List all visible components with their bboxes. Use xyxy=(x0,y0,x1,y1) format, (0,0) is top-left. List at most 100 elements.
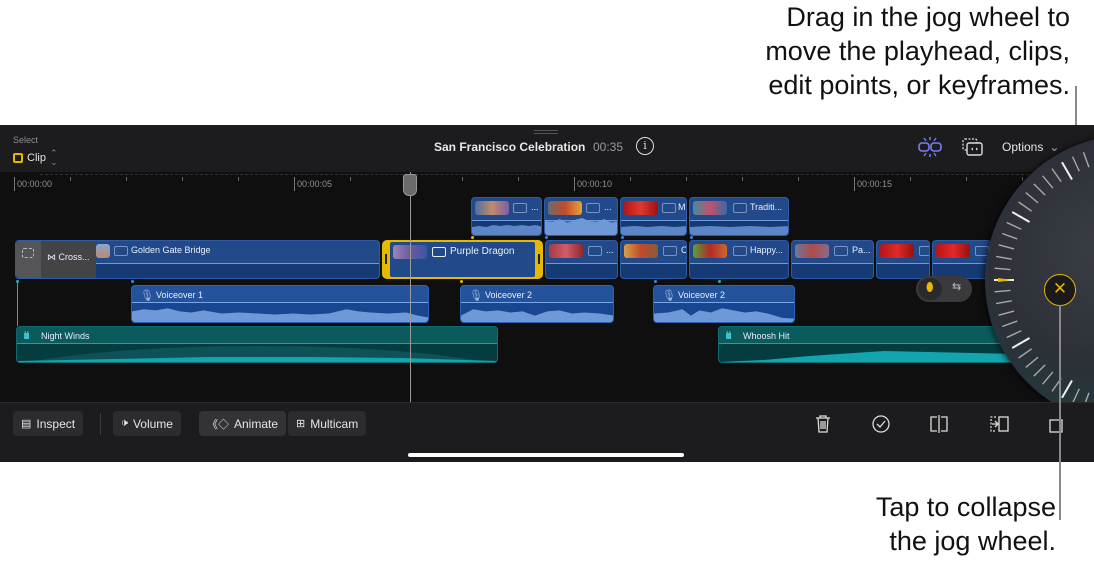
selected-clip-body: Purple Dragon xyxy=(390,242,535,277)
primary-clip-purple-dragon-selected[interactable]: Purple Dragon xyxy=(382,240,543,279)
minor-tick xyxy=(966,177,967,181)
connection-line xyxy=(17,282,18,326)
multicam-grid-icon: ⊞ xyxy=(296,418,306,430)
callout-line: Tap to collapse xyxy=(875,492,1056,522)
primary-clip[interactable] xyxy=(876,240,930,279)
jog-mode-toggle[interactable]: ⬮ ⇆ xyxy=(916,276,972,302)
primary-clip[interactable]: C xyxy=(620,240,687,279)
clip-label: Purple Dragon xyxy=(450,246,515,257)
major-tick xyxy=(574,177,575,191)
voiceover-clip[interactable]: 🎙︎ Voiceover 1 xyxy=(131,285,429,323)
video-camera-icon xyxy=(919,246,929,256)
connected-clip[interactable]: M xyxy=(620,197,687,236)
video-camera-icon xyxy=(663,246,677,256)
voiceover-clip[interactable]: 🎙︎ Voiceover 2 xyxy=(460,285,614,323)
marker-icon: ⬮ xyxy=(926,280,934,294)
clip-label: Golden Gate Bridge xyxy=(131,245,211,255)
home-indicator[interactable] xyxy=(408,453,684,457)
connected-clip[interactable]: ... xyxy=(544,197,618,236)
primary-clip[interactable]: Pa... xyxy=(791,240,874,279)
playhead-line[interactable] xyxy=(410,172,411,402)
jog-tick xyxy=(1071,156,1080,172)
drag-grabber[interactable] xyxy=(534,130,558,134)
clip-audio-area xyxy=(690,220,788,235)
callout-collapse-jog-wheel: Tap to collapse the jog wheel. xyxy=(756,490,1056,558)
split-clip-icon[interactable] xyxy=(928,414,948,434)
clip-label: Night Winds xyxy=(41,331,90,341)
marker-dot xyxy=(460,280,463,283)
ruler-dotted-line xyxy=(40,174,1094,175)
clip-label: ... xyxy=(604,202,612,212)
volume-button[interactable]: 🕩︎ Volume xyxy=(113,411,181,436)
clip-thumbnail xyxy=(795,244,829,258)
minor-tick xyxy=(126,177,127,181)
cross-dissolve-transition[interactable]: ⋈ Cross... xyxy=(16,241,96,278)
callout-line: edit points, or keyframes. xyxy=(768,70,1070,100)
select-label: Select xyxy=(13,135,39,145)
marker-dot xyxy=(545,236,548,239)
audio-lanes-icon[interactable] xyxy=(962,137,984,157)
jog-tick xyxy=(1006,330,1022,339)
clip-audio-area xyxy=(545,218,617,235)
waveform-icon: ılıılı xyxy=(725,330,732,342)
voiceover-clip[interactable]: 🎙︎ Voiceover 2 xyxy=(653,285,795,323)
time-ruler[interactable]: 00:00:00 00:00:05 00:00:10 00:00:15 xyxy=(0,172,1094,196)
minor-tick xyxy=(910,177,911,181)
animate-label: Animate xyxy=(234,416,279,431)
inspect-button[interactable]: ▤ Inspect xyxy=(13,411,84,436)
music-clip-whoosh-hit[interactable]: ılıılı Whoosh Hit xyxy=(718,326,1018,363)
minor-tick xyxy=(462,177,463,181)
callout-line: move the playhead, clips, xyxy=(765,36,1070,66)
primary-clip[interactable] xyxy=(932,240,992,279)
primary-clip[interactable]: Happy... xyxy=(689,240,789,279)
overwrite-clip-icon[interactable] xyxy=(1048,414,1068,434)
marker-dot xyxy=(131,280,134,283)
video-camera-icon xyxy=(586,203,600,213)
jog-tick xyxy=(998,244,1015,250)
clip-audio-area xyxy=(472,220,541,235)
connected-clip[interactable]: ... xyxy=(471,197,542,236)
info-icon[interactable]: i xyxy=(636,137,654,155)
clip-thumbnail xyxy=(475,201,509,215)
clip-audio-area xyxy=(877,263,929,278)
major-tick xyxy=(14,177,15,191)
trim-handle-right[interactable] xyxy=(538,254,540,264)
screenshot: Drag in the jog wheel to move the playhe… xyxy=(0,0,1094,568)
minor-tick xyxy=(798,177,799,181)
jog-tick xyxy=(1061,379,1073,399)
minor-tick xyxy=(518,177,519,181)
jog-wheel-ticks xyxy=(994,151,1090,409)
clip-label: Whoosh Hit xyxy=(743,331,790,341)
multicam-button[interactable]: ⊞ Multicam xyxy=(288,411,367,436)
jog-tick xyxy=(1082,151,1090,168)
callout-line: Drag in the jog wheel to xyxy=(786,2,1070,32)
video-camera-icon xyxy=(733,203,747,213)
video-camera-icon xyxy=(513,203,527,213)
trash-icon[interactable] xyxy=(814,414,834,434)
clip-connect-icon[interactable] xyxy=(917,136,943,158)
microphone-icon: 🎙︎ xyxy=(140,290,154,302)
clip-audio-area xyxy=(621,263,686,278)
animate-button[interactable]: 《◇ Animate xyxy=(199,411,287,436)
connected-clip[interactable]: Traditi... xyxy=(689,197,789,236)
multicam-label: Multicam xyxy=(310,416,359,431)
insert-clip-icon[interactable] xyxy=(988,414,1009,434)
marker-dot xyxy=(471,236,474,239)
audio-waveform xyxy=(719,342,1017,362)
trim-handle-left[interactable] xyxy=(385,254,387,264)
jog-tick xyxy=(1006,221,1022,230)
select-mode-picker[interactable]: Clip ⌃ ⌄ xyxy=(13,149,58,167)
collapse-jog-wheel-button[interactable]: ✕ xyxy=(1044,274,1076,306)
playhead-handle[interactable] xyxy=(403,174,417,196)
clip-thumbnail xyxy=(624,244,658,258)
transition-name: Cross... xyxy=(58,252,90,262)
music-clip-night-winds[interactable]: ılıılı Night Winds xyxy=(16,326,498,363)
microphone-icon: 🎙︎ xyxy=(469,290,483,302)
speaker-icon: 🕩︎ xyxy=(121,417,128,429)
checkmark-circle-icon[interactable] xyxy=(871,414,891,434)
timecode-label: 00:00:00 xyxy=(17,179,53,189)
primary-clip[interactable]: ... xyxy=(545,240,618,279)
jog-tick xyxy=(1051,168,1062,183)
jog-wheel[interactable] xyxy=(985,135,1094,425)
jog-tick xyxy=(1011,211,1031,223)
